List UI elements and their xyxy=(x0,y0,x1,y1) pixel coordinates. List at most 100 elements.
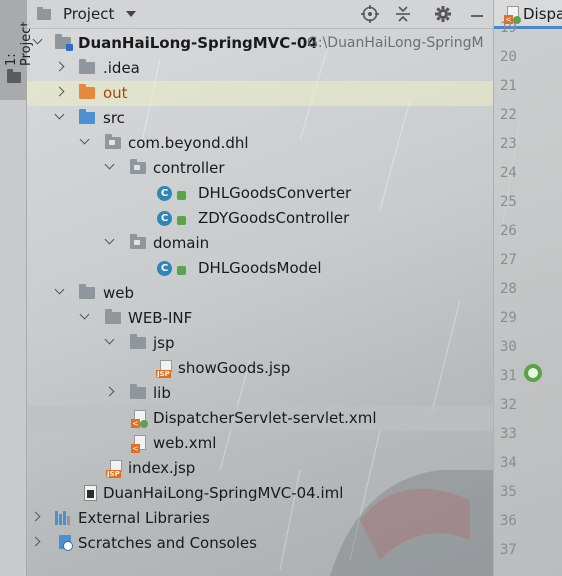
chevron-down-icon[interactable] xyxy=(79,138,89,148)
line-number: 32 xyxy=(500,397,517,413)
tree-item-package[interactable]: com.beyond.dhl xyxy=(27,131,493,156)
chevron-right-icon[interactable] xyxy=(54,88,64,98)
tree-item-label: showGoods.jsp xyxy=(178,359,291,377)
tree-item-jsp-file[interactable]: JSP showGoods.jsp xyxy=(27,356,493,381)
editor-panel: < Dispa 19 20 21 22 23 24 25 26 27 28 29 30 31 32 33 34… xyxy=(493,0,562,576)
chevron-right-icon[interactable] xyxy=(104,388,114,398)
settings-icon[interactable] xyxy=(434,5,452,23)
tree-item-label: DHLGoodsConverter xyxy=(198,184,352,202)
chevron-down-icon[interactable] xyxy=(104,338,114,348)
spring-bean-gutter-icon[interactable] xyxy=(524,364,542,382)
chevron-down-icon[interactable] xyxy=(54,113,64,123)
tree-item-label: DHLGoodsModel xyxy=(198,259,322,277)
class-icon: C xyxy=(157,186,172,201)
project-view-icon xyxy=(37,7,51,20)
tree-item-label: web.xml xyxy=(153,434,217,452)
line-number: 28 xyxy=(500,281,517,297)
project-tool-tab[interactable]: 1: Project xyxy=(0,0,34,100)
tree-item-class[interactable]: C DHLGoodsConverter xyxy=(27,181,493,206)
tree-item-out[interactable]: out xyxy=(27,81,493,106)
line-number: 24 xyxy=(500,165,517,181)
tree-item-label: .idea xyxy=(103,59,140,77)
web-folder-icon xyxy=(79,284,95,299)
iml-file-icon xyxy=(84,485,98,503)
tree-item-external-libraries[interactable]: External Libraries xyxy=(27,506,493,531)
tree-item-controller[interactable]: controller xyxy=(27,156,493,181)
tree-item-label: DispatcherServlet-servlet.xml xyxy=(153,409,377,427)
tree-item-index-jsp[interactable]: JSP index.jsp xyxy=(27,456,493,481)
tree-item-label: jsp xyxy=(153,334,175,352)
chevron-down-icon[interactable] xyxy=(79,313,89,323)
line-number: 30 xyxy=(500,339,517,355)
tool-window-strip: 1: Project xyxy=(0,0,34,576)
tree-item-label: WEB-INF xyxy=(128,309,193,327)
tree-item-iml[interactable]: DuanHaiLong-SpringMVC-04.iml xyxy=(27,481,493,506)
tree-item-label: com.beyond.dhl xyxy=(128,134,249,152)
class-icon: C xyxy=(157,261,172,276)
project-toolbar: Project xyxy=(27,0,493,29)
tree-item-jsp-folder[interactable]: jsp xyxy=(27,331,493,356)
line-number: 34 xyxy=(500,455,517,471)
tree-item-web[interactable]: web xyxy=(27,281,493,306)
line-number: 29 xyxy=(500,310,517,326)
chevron-down-icon[interactable] xyxy=(126,11,136,17)
class-icon: C xyxy=(157,211,172,226)
line-number: 21 xyxy=(500,78,517,94)
package-icon xyxy=(130,234,146,249)
tree-item-module[interactable]: DuanHaiLong-SpringMVC-04 G:\DuanHaiLong-… xyxy=(27,31,493,56)
line-number: 36 xyxy=(500,513,517,529)
project-tree: DuanHaiLong-SpringMVC-04 G:\DuanHaiLong-… xyxy=(27,31,493,576)
module-folder-icon xyxy=(55,34,73,51)
folder-icon xyxy=(130,384,146,399)
tree-item-label: out xyxy=(103,84,128,102)
locate-icon[interactable] xyxy=(361,5,379,23)
chevron-down-icon[interactable] xyxy=(54,288,64,298)
tree-item-web-inf[interactable]: WEB-INF xyxy=(27,306,493,331)
tree-item-label: lib xyxy=(153,384,171,402)
tree-item-src[interactable]: src xyxy=(27,106,493,131)
tree-item-class[interactable]: C DHLGoodsModel xyxy=(27,256,493,281)
line-number: 27 xyxy=(500,252,517,268)
collapse-all-icon[interactable] xyxy=(394,5,412,23)
line-number: 26 xyxy=(500,223,517,239)
line-number: 35 xyxy=(500,484,517,500)
line-number: 33 xyxy=(500,426,517,442)
module-path-hint: G:\DuanHaiLong-SpringM xyxy=(307,35,484,51)
line-number: 31 xyxy=(500,368,517,384)
package-icon xyxy=(105,134,121,149)
spring-bean-icon xyxy=(177,216,186,225)
tree-item-class[interactable]: C ZDYGoodsController xyxy=(27,206,493,231)
folder-icon xyxy=(105,309,121,324)
line-number: 20 xyxy=(500,49,517,65)
excluded-folder-icon xyxy=(79,84,95,99)
spring-xml-icon: < xyxy=(131,410,148,428)
chevron-right-icon[interactable] xyxy=(54,63,64,73)
folder-icon xyxy=(7,69,21,83)
folder-icon xyxy=(130,334,146,349)
tree-item-label: Scratches and Consoles xyxy=(78,534,257,552)
editor-tab-label: Dispa xyxy=(523,5,562,23)
libraries-icon xyxy=(55,511,71,525)
tree-item-idea[interactable]: .idea xyxy=(27,56,493,81)
tree-item-scratches[interactable]: Scratches and Consoles xyxy=(27,531,493,556)
tree-item-label: ZDYGoodsController xyxy=(198,209,350,227)
tree-item-lib[interactable]: lib xyxy=(27,381,493,406)
tree-item-label: DuanHaiLong-SpringMVC-04 xyxy=(78,34,318,52)
tree-item-label: External Libraries xyxy=(78,509,210,527)
hide-icon[interactable] xyxy=(468,5,486,23)
scratches-icon xyxy=(57,535,73,551)
tree-item-domain[interactable]: domain xyxy=(27,231,493,256)
chevron-right-icon[interactable] xyxy=(30,513,40,523)
tree-item-web-xml[interactable]: < web.xml xyxy=(27,431,493,456)
chevron-down-icon[interactable] xyxy=(104,238,114,248)
chevron-down-icon[interactable] xyxy=(104,163,114,173)
line-number: 22 xyxy=(500,107,517,123)
chevron-down-icon[interactable] xyxy=(32,38,42,48)
line-number: 37 xyxy=(500,542,517,558)
project-view-title[interactable]: Project xyxy=(63,5,114,23)
source-folder-icon xyxy=(79,109,95,124)
tree-item-label: web xyxy=(103,284,135,302)
package-icon xyxy=(130,159,146,174)
tree-item-dispatcher-xml[interactable]: < DispatcherServlet-servlet.xml xyxy=(27,406,493,431)
chevron-right-icon[interactable] xyxy=(30,538,40,548)
